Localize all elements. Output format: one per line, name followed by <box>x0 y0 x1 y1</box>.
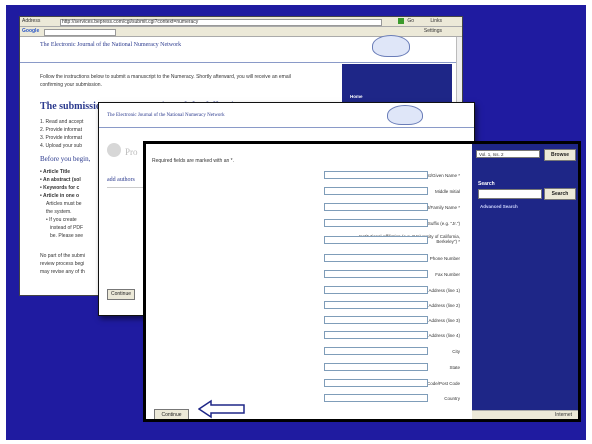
sidebar-search-panel: Vol. 1, Iss. 2 Browse Search Search Adva… <box>472 144 578 419</box>
footer-text-2: review process begi <box>40 261 85 267</box>
links-label[interactable]: Links <box>430 18 442 24</box>
label-city: City <box>452 349 460 354</box>
postal-address-1-input[interactable] <box>324 286 428 294</box>
step-3: 3. Provide informat <box>40 135 82 141</box>
label-state: State <box>449 365 460 370</box>
bullet-abstract: • An abstract (sol <box>40 177 81 183</box>
bullet-extra-3: • If you create <box>46 217 77 223</box>
page-heading-partial: Pro <box>125 147 138 157</box>
state-input[interactable] <box>324 363 428 371</box>
divider-line <box>107 187 143 188</box>
bullet-extra-2: the system. <box>46 209 72 215</box>
add-authors-heading: add authors <box>107 177 135 183</box>
footer-text-1: No part of the submi <box>40 253 86 259</box>
browse-button[interactable]: Browse <box>544 149 576 161</box>
middle-initial-input[interactable] <box>324 187 428 195</box>
step-1: 1. Read and accept <box>40 119 84 125</box>
arrow-left-icon <box>198 399 245 419</box>
bullet-title: • Article Title <box>40 169 71 175</box>
city-input[interactable] <box>324 347 428 355</box>
intro-text-2: confirming your submission. <box>40 82 102 88</box>
phone-input[interactable] <box>324 254 428 262</box>
status-bar: Internet <box>472 410 578 419</box>
institution-input[interactable] <box>324 236 428 244</box>
required-fields-note: Required fields are marked with an *. <box>152 158 234 164</box>
bullet-extra-4: instead of PDF <box>50 225 84 231</box>
issue-select[interactable]: Vol. 1, Iss. 2 <box>476 150 540 158</box>
google-search-input[interactable] <box>44 29 116 36</box>
bullet-article: • Article in one o <box>40 193 80 199</box>
zip-input[interactable] <box>324 379 428 387</box>
go-icon[interactable] <box>398 18 404 24</box>
country-input[interactable] <box>324 394 428 402</box>
header-divider <box>20 62 462 63</box>
first-name-input[interactable] <box>324 171 428 179</box>
progress-circle-icon <box>107 143 121 157</box>
last-name-input[interactable] <box>324 203 428 211</box>
bullet-extra-5: be. Please see <box>50 233 84 239</box>
site-title[interactable]: The Electronic Journal of the National N… <box>40 42 181 48</box>
before-you-begin-heading: Before you begin, <box>40 155 91 163</box>
step-2: 2. Provide informat <box>40 127 82 133</box>
suffix-input[interactable] <box>324 219 428 227</box>
search-button[interactable]: Search <box>544 188 576 200</box>
journal-logo-2 <box>387 105 423 125</box>
label-suffix: Suffix (e.g. "Jr.") <box>427 221 460 226</box>
step-4: 4. Upload your sub <box>40 143 82 149</box>
address-url: http://services.bepress.com/cgi/submit.c… <box>62 19 199 25</box>
header-divider-2 <box>99 127 474 128</box>
address-label: Address <box>22 18 41 24</box>
address-bar: Address http://services.bepress.com/cgi/… <box>20 17 462 27</box>
address-input[interactable]: http://services.bepress.com/cgi/submit.c… <box>60 19 382 26</box>
fax-input[interactable] <box>324 270 428 278</box>
advanced-search-link[interactable]: Advanced Search <box>480 204 518 209</box>
journal-logo <box>372 35 410 57</box>
bullet-keywords: • Keywords for c <box>40 185 80 191</box>
presentation-slide: Address http://services.bepress.com/cgi/… <box>0 0 592 444</box>
bullet-extra-1: Articles must be <box>46 201 82 207</box>
site-title-2[interactable]: The Electronic Journal of the National N… <box>107 113 225 118</box>
postal-address-4-input[interactable] <box>324 331 428 339</box>
issue-select-value: Vol. 1, Iss. 2 <box>479 152 504 157</box>
postal-address-3-input[interactable] <box>324 316 428 324</box>
label-country: Country <box>444 396 460 401</box>
label-middle-initial: Middle Initial <box>434 189 460 194</box>
label-fax: Fax Number <box>435 272 460 277</box>
search-input[interactable] <box>478 189 542 199</box>
toolbar-settings[interactable]: Settings <box>424 28 442 34</box>
postal-address-2-input[interactable] <box>324 301 428 309</box>
continue-button[interactable]: Continue <box>154 409 189 419</box>
intro-text-1: Follow the instructions below to submit … <box>40 74 291 80</box>
footer-text-3: may revise any of th <box>40 269 85 275</box>
status-internet: Internet <box>555 412 572 418</box>
nav-home[interactable]: Home <box>350 94 363 99</box>
search-heading: Search <box>478 181 495 187</box>
label-phone: Phone Number <box>429 256 460 261</box>
go-label[interactable]: Go <box>407 18 414 24</box>
google-logo: Google <box>22 28 40 34</box>
browser-window-author-form: Vol. 1, Iss. 2 Browse Search Search Adva… <box>143 141 581 422</box>
continue-button-2[interactable]: Continue <box>107 289 135 300</box>
